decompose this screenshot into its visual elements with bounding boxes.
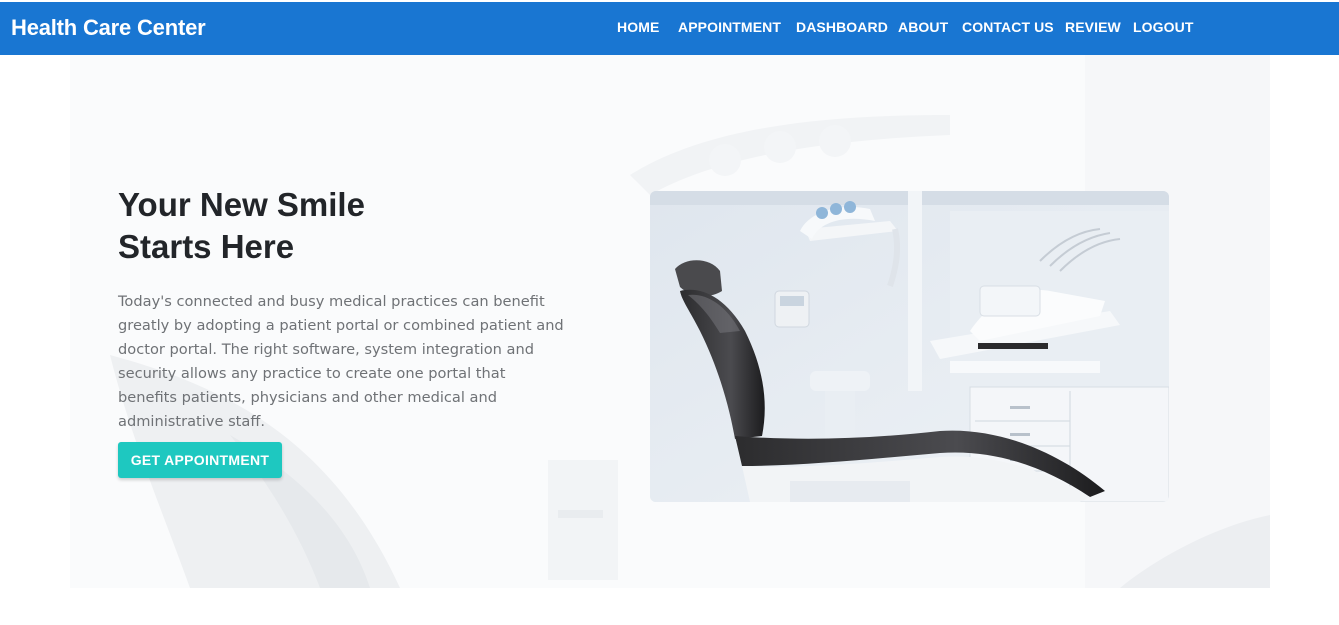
nav-link-about[interactable]: ABOUT xyxy=(898,19,948,35)
brand-logo-text[interactable]: Health Care Center xyxy=(11,15,206,41)
hero-title: Your New Smile Starts Here xyxy=(118,184,518,268)
nav-link-appointment[interactable]: APPOINTMENT xyxy=(678,19,781,35)
hero-description: Today's connected and busy medical pract… xyxy=(118,293,564,430)
dental-chair-illustration xyxy=(650,191,1169,502)
dental-chair-photo xyxy=(650,191,1169,502)
nav-link-review[interactable]: REVIEW xyxy=(1065,19,1121,35)
hero-title-line-1: Your New Smile xyxy=(118,186,365,223)
nav-link-dashboard[interactable]: DASHBOARD xyxy=(796,19,888,35)
nav-link-contact-us[interactable]: CONTACT US xyxy=(962,19,1054,35)
hero-title-line-2: Starts Here xyxy=(118,228,295,265)
top-navbar: Health Care Center HOME APPOINTMENT DASH… xyxy=(0,2,1339,55)
nav-link-logout[interactable]: LOGOUT xyxy=(1133,19,1193,35)
nav-link-home[interactable]: HOME xyxy=(617,19,659,35)
get-appointment-button[interactable]: GET APPOINTMENT xyxy=(118,442,282,478)
